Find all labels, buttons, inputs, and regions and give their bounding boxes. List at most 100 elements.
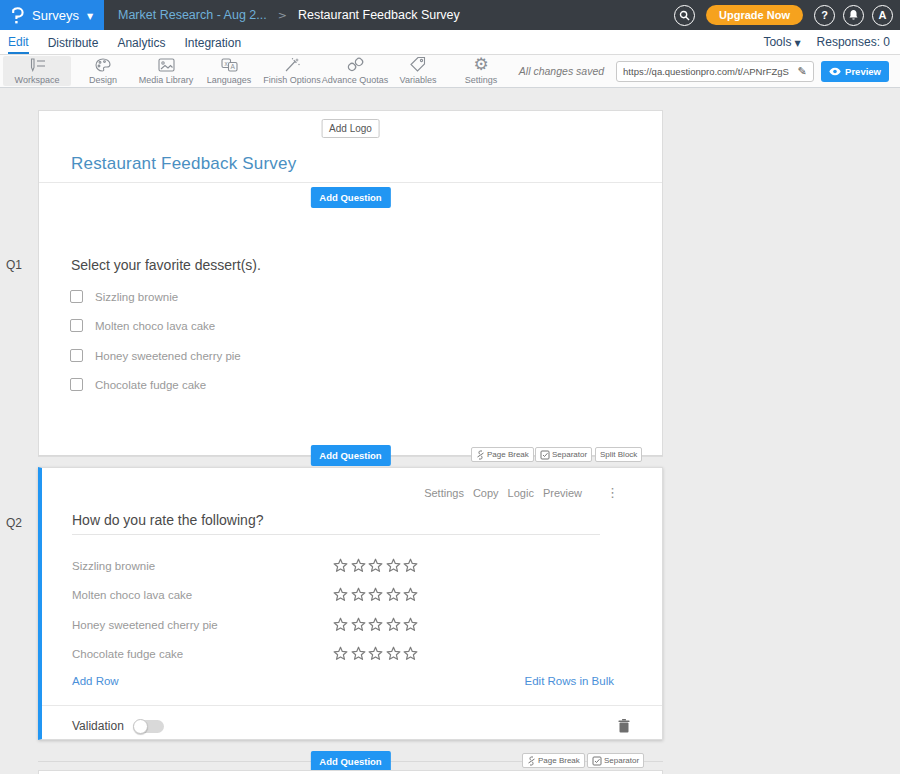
validation-row: Validation <box>72 716 630 736</box>
edit-url-pencil-icon[interactable]: ✎ <box>791 62 813 81</box>
toolbar-item-languages[interactable]: Ax Languages <box>198 55 260 87</box>
rating-row: Molten choco lava cake <box>72 585 192 605</box>
checkbox[interactable] <box>70 290 83 303</box>
tools-dropdown[interactable]: Tools▼ <box>763 35 800 49</box>
checkbox-option[interactable]: Chocolate fudge cake <box>70 378 206 391</box>
star-icon[interactable] <box>386 558 404 574</box>
add-row-link[interactable]: Add Row <box>72 675 119 687</box>
validation-label: Validation <box>72 719 124 733</box>
breadcrumb-folder[interactable]: Market Research - Aug 2... <box>118 8 267 22</box>
star-icon[interactable] <box>386 617 404 633</box>
page-break-button[interactable]: Page Break <box>471 447 534 462</box>
topbar-actions: Upgrade Now ? A <box>674 5 900 26</box>
divider <box>72 534 600 535</box>
survey-url-field[interactable]: https://qa.questionpro.com/t/APNrFZgS ✎ <box>616 61 814 82</box>
question-1-text[interactable]: Select your favorite dessert(s). <box>71 257 261 273</box>
star-icon[interactable] <box>333 617 351 633</box>
divider <box>39 182 662 183</box>
question-preview-link[interactable]: Preview <box>543 487 582 499</box>
checkbox[interactable] <box>70 319 83 332</box>
checkbox-option[interactable]: Molten choco lava cake <box>70 319 215 332</box>
add-question-button-bottom[interactable]: Add Question <box>310 751 390 772</box>
toolbar-right: All changes saved https://qa.questionpro… <box>519 55 900 87</box>
star-icon[interactable] <box>386 646 404 662</box>
checked-box-icon <box>592 756 602 766</box>
star-icon[interactable] <box>403 558 421 574</box>
separator-button[interactable]: Separator <box>587 753 644 768</box>
checkbox-option[interactable]: Honey sweetened cherry pie <box>70 349 241 362</box>
upgrade-now-button[interactable]: Upgrade Now <box>706 5 803 25</box>
toolbar-item-media-library[interactable]: Media Library <box>135 55 197 87</box>
star-rating <box>333 587 421 603</box>
separator-button[interactable]: Separator <box>535 447 592 462</box>
toolbar-item-variables[interactable]: Variables <box>387 55 449 87</box>
page-break-button[interactable]: Page Break <box>522 753 585 768</box>
breadcrumb-separator: > <box>278 9 287 22</box>
star-icon[interactable] <box>351 587 369 603</box>
chevron-down-icon: ▼ <box>794 39 800 48</box>
survey-url-value[interactable]: https://qa.questionpro.com/t/APNrFZgS <box>617 66 791 77</box>
edit-rows-in-bulk-link[interactable]: Edit Rows in Bulk <box>525 675 614 687</box>
question-2-text[interactable]: How do you rate the following? <box>72 512 263 528</box>
tab-edit[interactable]: Edit <box>8 30 29 54</box>
checkbox[interactable] <box>70 349 83 362</box>
toolbar-item-advance-quotas[interactable]: Advance Quotas <box>324 55 386 87</box>
validation-toggle[interactable] <box>134 720 164 733</box>
add-logo-button[interactable]: Add Logo <box>321 119 380 138</box>
search-button[interactable] <box>674 5 695 26</box>
checkbox-option[interactable]: Sizzling brownie <box>70 290 178 303</box>
toolbar-item-settings[interactable]: ⚙ Settings <box>450 55 512 87</box>
toolbar-item-workspace[interactable]: Workspace <box>3 56 71 86</box>
notifications-button[interactable] <box>843 5 864 26</box>
star-icon[interactable] <box>351 646 369 662</box>
star-icon[interactable] <box>403 587 421 603</box>
add-question-button-mid[interactable]: Add Question <box>310 445 390 466</box>
menu-right: Tools▼ Responses: 0 <box>763 35 900 49</box>
star-icon[interactable] <box>403 617 421 633</box>
chain-links-icon <box>347 57 364 72</box>
survey-title[interactable]: Restaurant Feedback Survey <box>71 154 296 174</box>
star-rating <box>333 617 421 633</box>
divider <box>42 705 662 706</box>
star-icon[interactable] <box>368 587 386 603</box>
star-icon[interactable] <box>403 646 421 662</box>
split-block-button[interactable]: Split Block <box>595 447 642 462</box>
add-question-button-top[interactable]: Add Question <box>310 187 390 208</box>
star-icon[interactable] <box>333 587 351 603</box>
star-icon[interactable] <box>368 646 386 662</box>
breadcrumb-current: Restaurant Feedback Survey <box>298 8 460 22</box>
question-settings-link[interactable]: Settings <box>424 487 464 499</box>
star-icon[interactable] <box>351 558 369 574</box>
star-icon[interactable] <box>333 558 351 574</box>
preview-button[interactable]: Preview <box>821 61 889 82</box>
toolbar-item-finish-options[interactable]: Finish Options <box>261 55 323 87</box>
checkbox[interactable] <box>70 378 83 391</box>
tab-analytics[interactable]: Analytics <box>117 31 165 53</box>
star-icon[interactable] <box>368 617 386 633</box>
workspace-icon <box>28 57 47 72</box>
tab-distribute[interactable]: Distribute <box>48 31 99 53</box>
avatar[interactable]: A <box>872 5 893 26</box>
question-toolbar: Settings Copy Logic Preview ⋮ <box>424 485 619 500</box>
question-logic-link[interactable]: Logic <box>508 487 534 499</box>
brand-menu[interactable]: Surveys ▼ <box>0 0 104 30</box>
tab-integration[interactable]: Integration <box>184 31 241 53</box>
star-icon[interactable] <box>333 646 351 662</box>
survey-header-card: Add Logo Restaurant Feedback Survey Add … <box>38 110 663 457</box>
chevron-down-icon: ▼ <box>87 10 93 21</box>
responses-count[interactable]: Responses: 0 <box>817 35 890 49</box>
bottom-actions: Add Question Page Break Separator <box>38 751 663 769</box>
star-icon[interactable] <box>351 617 369 633</box>
menu-bar: Edit Distribute Analytics Integration To… <box>0 30 900 55</box>
help-button[interactable]: ? <box>814 5 835 26</box>
questionpro-logo-icon <box>11 7 24 24</box>
star-rating <box>333 558 421 574</box>
question-mark-icon: ? <box>821 9 828 21</box>
delete-question-button[interactable] <box>618 719 630 733</box>
star-icon[interactable] <box>386 587 404 603</box>
next-card <box>38 770 663 774</box>
star-icon[interactable] <box>368 558 386 574</box>
toolbar-item-design[interactable]: Design <box>72 55 134 87</box>
more-options-icon[interactable]: ⋮ <box>606 485 619 500</box>
question-copy-link[interactable]: Copy <box>473 487 499 499</box>
